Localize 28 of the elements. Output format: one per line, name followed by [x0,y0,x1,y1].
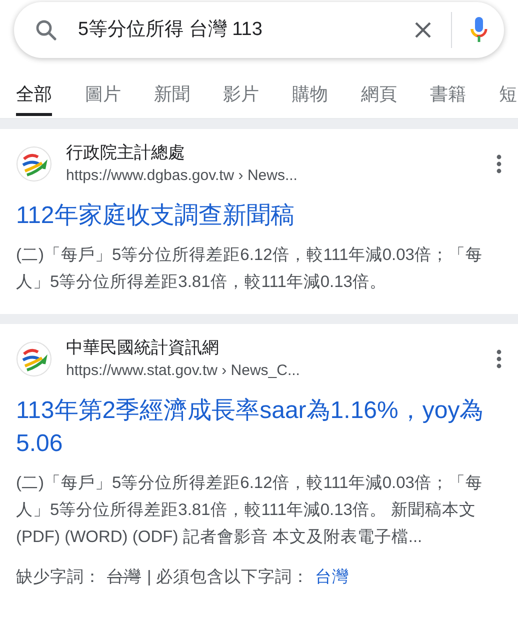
more-options-icon[interactable] [496,349,502,369]
missing-label: 缺少字詞： [16,567,101,588]
result-snippet: (二)「每戶」5等分位所得差距6.12倍，較111年減0.03倍；「每人」5等分位所得差距3.81倍，較111年減0.13倍。 新聞稿本文(PDF) (WORD) (ODF) 記者會影音 本文及附表電子檔... [16,473,484,548]
more-options-icon[interactable] [496,154,502,174]
result-title[interactable]: 113年第2季經濟成長率saar為1.16%，yoy為5.06 [16,394,502,460]
tab[interactable]: 短 [499,80,517,116]
tab[interactable]: 影片 [223,80,259,116]
search-query[interactable]: 5等分位所得 台灣 113 [78,16,413,44]
missing-term: 台灣 [107,567,141,588]
require-link[interactable]: 台灣 [314,565,349,590]
tab[interactable]: 網頁 [361,80,397,116]
microphone-icon[interactable] [470,16,488,44]
close-icon[interactable] [413,20,433,40]
require-label: | 必須包含以下字詞： [147,567,309,588]
site-logo-icon [16,146,52,182]
site-logo-icon [16,341,52,377]
tab[interactable]: 書籍 [430,80,466,116]
tab[interactable]: 新聞 [154,80,190,116]
site-url[interactable]: https://www.stat.gov.tw › News_C... [66,360,482,382]
site-url[interactable]: https://www.dgbas.gov.tw › News... [66,165,482,187]
tab[interactable]: 購物 [292,80,328,116]
site-name: 中華民國統計資訊網 [66,337,220,359]
search-bar[interactable]: 5等分位所得 台灣 113 [14,2,504,58]
search-icon [34,18,58,42]
tab[interactable]: 圖片 [85,80,121,116]
result-title[interactable]: 112年家庭收支調查新聞稿 [16,199,502,232]
site-name: 行政院主計總處 [66,142,186,164]
result-snippet: (二)「每戶」5等分位所得差距6.12倍，較111年減0.03倍；「每人」5等分位所得差距3.81倍，較111年減0.13倍。 [16,245,484,293]
